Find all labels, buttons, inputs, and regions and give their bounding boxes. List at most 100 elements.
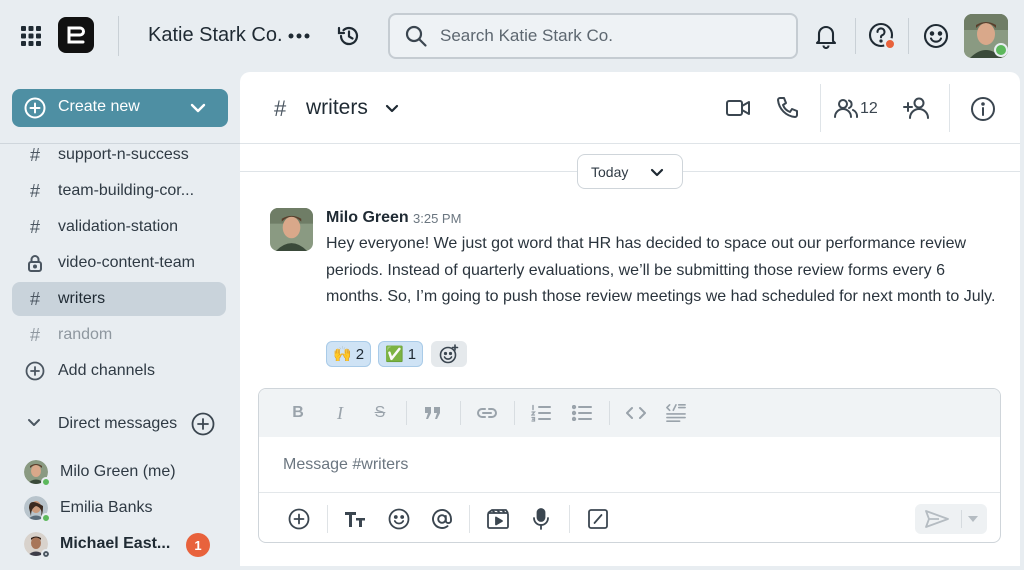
history-icon[interactable] <box>336 23 362 49</box>
sidebar-item-validation-station[interactable]: # validation-station <box>12 210 226 244</box>
add-channels-label: Add channels <box>58 362 155 379</box>
divider <box>118 16 119 56</box>
divider <box>569 505 570 533</box>
add-dm-plus-icon[interactable] <box>191 412 215 436</box>
sidebar-item-random[interactable]: # random <box>12 318 226 352</box>
hash-icon: # <box>29 181 40 201</box>
sidebar-item-video-content-team[interactable]: video-content-team <box>12 246 226 280</box>
add-channels-button[interactable]: Add channels <box>12 354 226 388</box>
strikethrough-icon[interactable]: S <box>370 403 390 423</box>
plus-circle-icon[interactable] <box>287 507 311 531</box>
italic-icon[interactable]: I <box>330 403 350 423</box>
search-input[interactable] <box>440 23 770 49</box>
sidebar-item-support-n-success[interactable]: # support-n-success <box>12 138 226 172</box>
formatting-toolbar: B I S <box>259 389 1000 437</box>
reaction-raised-hands[interactable]: 🙌 2 <box>326 341 372 367</box>
info-icon[interactable] <box>970 96 996 122</box>
send-options-chevron-icon[interactable] <box>967 516 979 523</box>
message-body: Hey everyone! We just got word that HR h… <box>326 235 996 305</box>
bulleted-list-icon[interactable] <box>572 403 592 423</box>
divider <box>908 18 909 54</box>
link-icon[interactable] <box>477 403 497 423</box>
add-reaction-button[interactable] <box>431 341 467 367</box>
chevron-down-icon <box>27 418 41 428</box>
divider <box>327 505 328 533</box>
mention-icon[interactable] <box>430 507 454 531</box>
notifications-bell-icon[interactable] <box>814 23 838 49</box>
channel-name: validation-station <box>58 218 179 235</box>
reaction-emoji: 🙌 <box>333 346 352 363</box>
code-icon[interactable] <box>626 403 646 423</box>
message-composer: B I S <box>258 388 1001 543</box>
hash-icon: # <box>29 289 40 309</box>
reaction-count: 1 <box>407 345 417 363</box>
channel-name: random <box>58 326 113 343</box>
offline-status-indicator <box>41 549 51 559</box>
reaction-check-mark[interactable]: ✅ 1 <box>378 341 424 367</box>
text-formatting-icon[interactable] <box>343 507 367 531</box>
dm-item-milo-green[interactable]: Milo Green (me) <box>12 455 226 489</box>
hash-icon: # <box>29 145 40 165</box>
divider <box>514 401 515 425</box>
quote-icon[interactable] <box>423 403 443 423</box>
help-icon[interactable] <box>868 22 898 52</box>
video-clip-icon[interactable] <box>486 507 510 531</box>
dm-item-emilia-banks[interactable]: Emilia Banks <box>12 491 226 525</box>
microphone-icon[interactable] <box>529 507 553 531</box>
dm-header-label: Direct messages <box>58 415 178 432</box>
date-divider-button[interactable]: Today <box>577 154 683 189</box>
message-timestamp: 3:25 PM <box>413 211 462 226</box>
add-emoji-icon <box>439 344 459 364</box>
emoji-status-icon[interactable] <box>923 23 949 49</box>
unread-count-badge: 1 <box>186 533 210 557</box>
divider <box>259 492 1000 493</box>
search-bar[interactable] <box>388 13 798 59</box>
video-call-icon[interactable] <box>726 99 750 117</box>
code-block-icon[interactable] <box>666 403 686 423</box>
chevron-down-icon[interactable] <box>385 104 399 114</box>
channel-panel: # writers 12 Today Milo Green 3:25 PM He… <box>240 72 1020 566</box>
slash-command-icon[interactable] <box>586 507 610 531</box>
member-count[interactable]: 12 <box>860 100 878 118</box>
channel-name: support-n-success <box>58 146 189 163</box>
top-bar: Katie Stark Co. <box>0 0 1024 72</box>
add-member-icon[interactable] <box>903 97 931 119</box>
app-logo[interactable] <box>58 17 94 53</box>
search-icon <box>404 24 428 48</box>
sidebar-item-writers[interactable]: # writers <box>12 282 226 316</box>
hash-icon: # <box>274 96 287 121</box>
sidebar-item-team-building[interactable]: # team-building-cor... <box>12 174 226 208</box>
divider <box>460 401 461 425</box>
workspace-name[interactable]: Katie Stark Co. <box>148 24 283 47</box>
reaction-count: 2 <box>355 345 365 363</box>
divider <box>406 401 407 425</box>
channel-title[interactable]: writers <box>306 96 368 120</box>
apps-grid-icon[interactable] <box>20 25 42 47</box>
dm-name: Emilia Banks <box>60 499 153 516</box>
chevron-down-icon <box>650 168 664 178</box>
more-options-icon[interactable] <box>288 33 310 39</box>
create-new-label: Create new <box>58 98 140 115</box>
emoji-icon[interactable] <box>387 507 411 531</box>
message-input[interactable] <box>283 451 963 479</box>
channel-name: video-content-team <box>58 254 195 271</box>
divider <box>855 18 856 54</box>
message-avatar[interactable] <box>270 208 313 251</box>
phone-call-icon[interactable] <box>775 96 799 120</box>
hash-icon: # <box>29 217 40 237</box>
channel-name: writers <box>58 290 106 307</box>
message-author[interactable]: Milo Green <box>326 209 409 227</box>
create-new-button[interactable]: Create new <box>12 89 228 127</box>
chevron-down-icon[interactable] <box>190 101 206 115</box>
send-icon[interactable] <box>925 510 949 528</box>
dm-name: Milo Green (me) <box>60 463 176 480</box>
channel-header: # writers 12 <box>240 72 1020 144</box>
members-icon[interactable] <box>834 98 858 118</box>
online-status-indicator <box>41 477 51 487</box>
date-divider-label: Today <box>591 164 629 180</box>
bold-icon[interactable]: B <box>288 403 308 423</box>
numbered-list-icon[interactable] <box>531 403 551 423</box>
send-button-group <box>915 504 987 534</box>
reaction-emoji: ✅ <box>385 346 404 363</box>
plus-circle-icon <box>25 361 45 381</box>
